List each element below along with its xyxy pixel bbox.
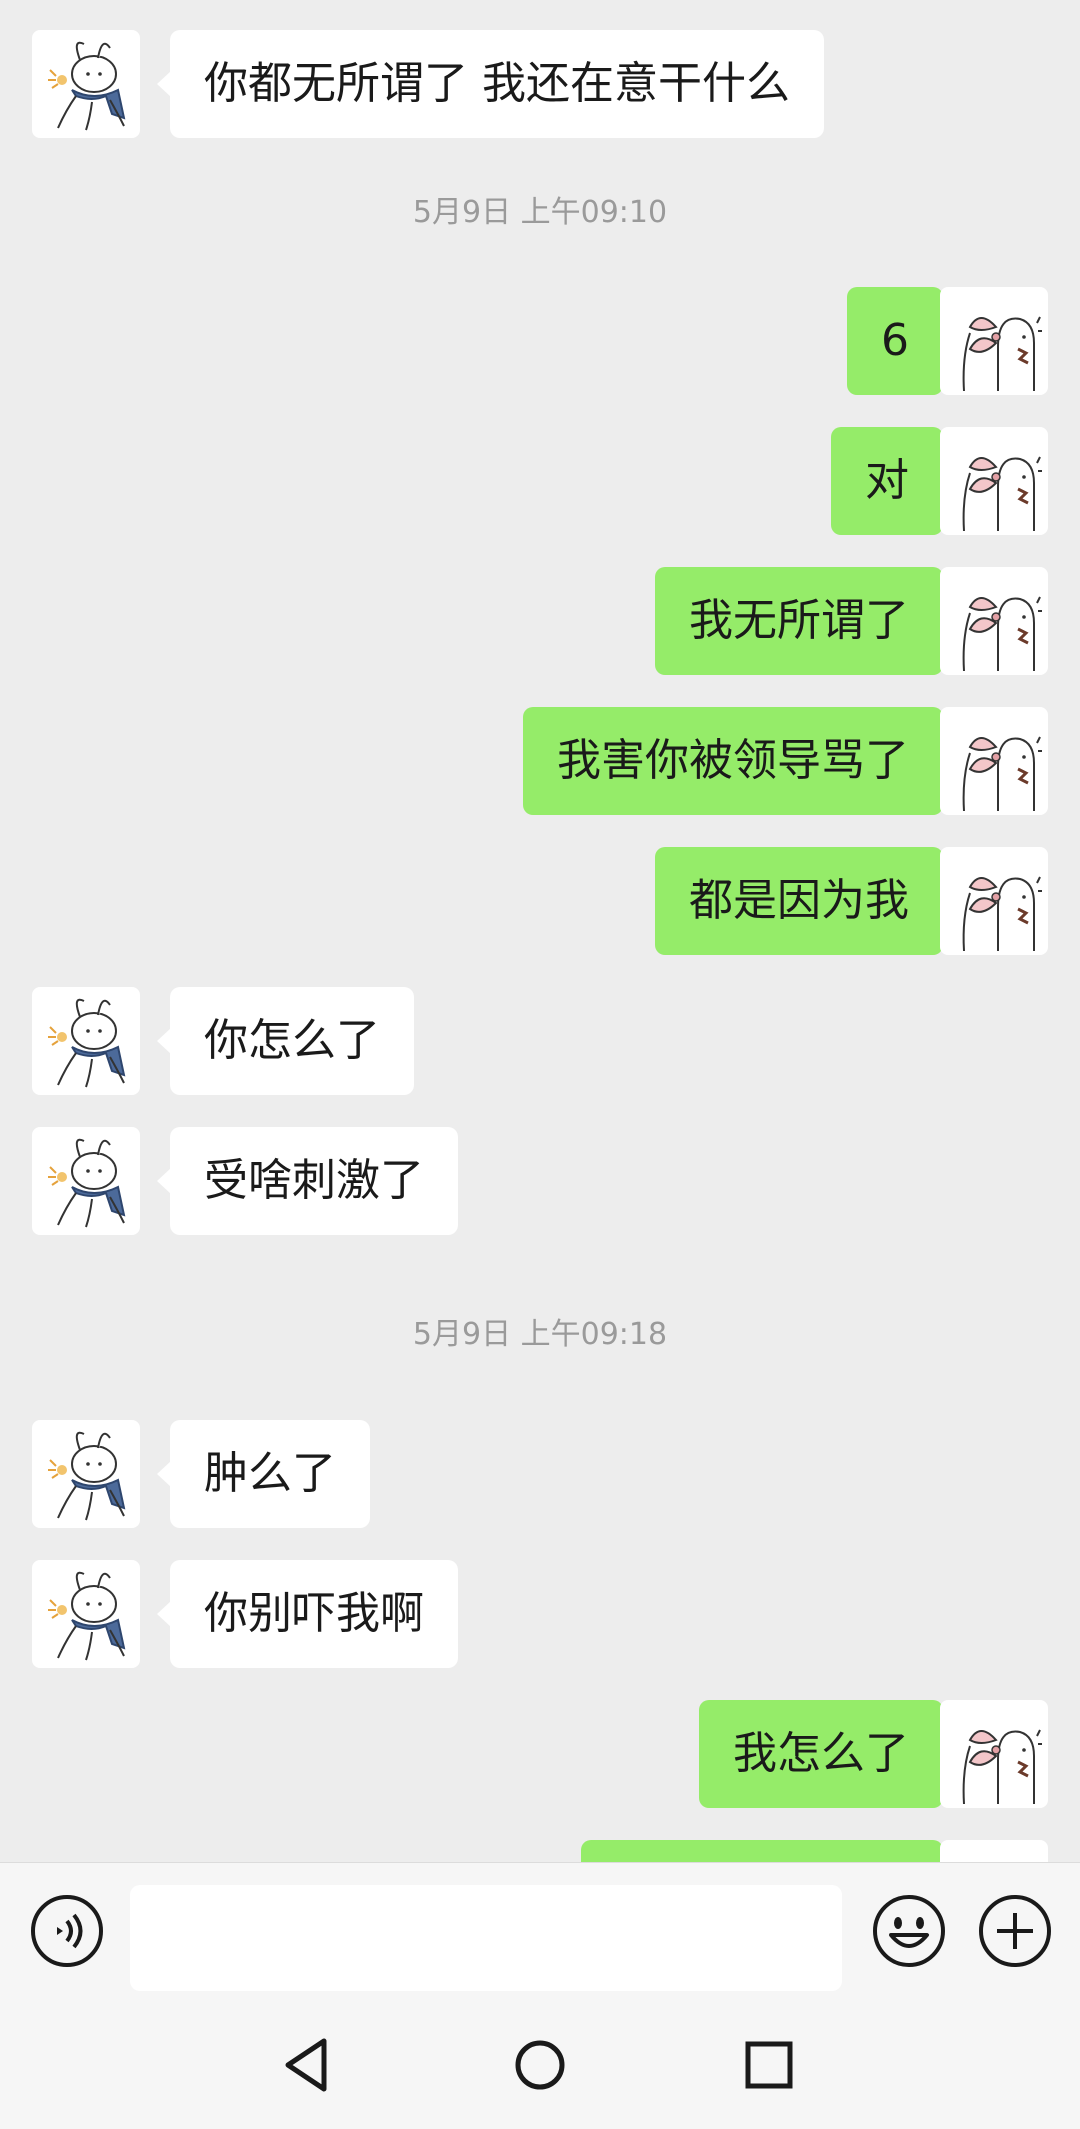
- message-bubble-outgoing[interactable]: 我怎么了: [699, 1700, 956, 1808]
- duck-bow-avatar-icon: [962, 736, 1042, 812]
- bunny-scarf-avatar-icon: [48, 998, 126, 1088]
- message-row: 6: [0, 287, 1080, 395]
- message-bubble-incoming[interactable]: 你都无所谓了 我还在意干什么: [157, 30, 824, 138]
- duck-bow-avatar-icon: [962, 876, 1042, 952]
- message-row: 我害你被领导骂了: [0, 707, 1080, 815]
- message-bubble-incoming[interactable]: 你别吓我啊: [157, 1560, 458, 1668]
- message-bubble-outgoing[interactable]: 都是因为我: [655, 847, 956, 955]
- circle-home-icon[interactable]: [500, 2025, 580, 2105]
- message-bubble-outgoing[interactable]: 对: [831, 427, 956, 535]
- contact-avatar[interactable]: [32, 1560, 140, 1668]
- message-row: [0, 1840, 1080, 1862]
- message-row: 对: [0, 427, 1080, 535]
- timestamp: 5月9日 上午09:18: [412, 1317, 668, 1352]
- bunny-scarf-avatar-icon: [48, 1138, 126, 1228]
- contact-avatar[interactable]: [32, 1420, 140, 1528]
- duck-bow-avatar-icon: [962, 316, 1042, 392]
- self-avatar[interactable]: [940, 847, 1048, 955]
- message-row: 都是因为我: [0, 847, 1080, 955]
- system-nav-bar: [0, 1997, 1080, 2129]
- contact-avatar[interactable]: [32, 1127, 140, 1235]
- self-avatar[interactable]: [940, 1840, 1048, 1862]
- self-avatar[interactable]: [940, 427, 1048, 535]
- bunny-scarf-avatar-icon: [48, 1431, 126, 1521]
- timestamp: 5月9日 上午09:10: [412, 195, 668, 230]
- input-bar: [0, 1862, 1080, 1997]
- message-row: 我无所谓了: [0, 567, 1080, 675]
- message-row: 你别吓我啊: [0, 1560, 1080, 1668]
- message-bubble-incoming[interactable]: 肿么了: [157, 1420, 370, 1528]
- emoji-icon[interactable]: [871, 1893, 947, 1969]
- contact-avatar[interactable]: [32, 30, 140, 138]
- message-row: 你怎么了: [0, 987, 1080, 1095]
- triangle-back-icon[interactable]: [270, 2025, 350, 2105]
- chat-area[interactable]: 你都无所谓了 我还在意干什么 5月9日 上午09:10 6 对 我无所谓了 我害…: [0, 0, 1080, 1862]
- voice-icon[interactable]: [29, 1893, 105, 1969]
- self-avatar[interactable]: [940, 567, 1048, 675]
- message-bubble-incoming[interactable]: 你怎么了: [157, 987, 414, 1095]
- message-row: 你都无所谓了 我还在意干什么: [0, 30, 1080, 138]
- duck-bow-avatar-icon: [962, 596, 1042, 672]
- self-avatar[interactable]: [940, 707, 1048, 815]
- message-row: 肿么了: [0, 1420, 1080, 1528]
- message-row: 受啥刺激了: [0, 1127, 1080, 1235]
- bunny-scarf-avatar-icon: [48, 41, 126, 131]
- message-bubble-outgoing[interactable]: [581, 1840, 943, 1862]
- message-bubble-outgoing[interactable]: 我害你被领导骂了: [523, 707, 956, 815]
- square-recent-icon[interactable]: [729, 2025, 809, 2105]
- message-input[interactable]: [130, 1885, 842, 1991]
- self-avatar[interactable]: [940, 1700, 1048, 1808]
- self-avatar[interactable]: [940, 287, 1048, 395]
- contact-avatar[interactable]: [32, 987, 140, 1095]
- plus-icon[interactable]: [977, 1893, 1053, 1969]
- bunny-scarf-avatar-icon: [48, 1571, 126, 1661]
- message-bubble-outgoing[interactable]: 我无所谓了: [655, 567, 956, 675]
- message-bubble-incoming[interactable]: 受啥刺激了: [157, 1127, 458, 1235]
- duck-bow-avatar-icon: [962, 456, 1042, 532]
- duck-bow-avatar-icon: [962, 1729, 1042, 1805]
- message-row: 我怎么了: [0, 1700, 1080, 1808]
- message-bubble-outgoing[interactable]: 6: [847, 287, 956, 395]
